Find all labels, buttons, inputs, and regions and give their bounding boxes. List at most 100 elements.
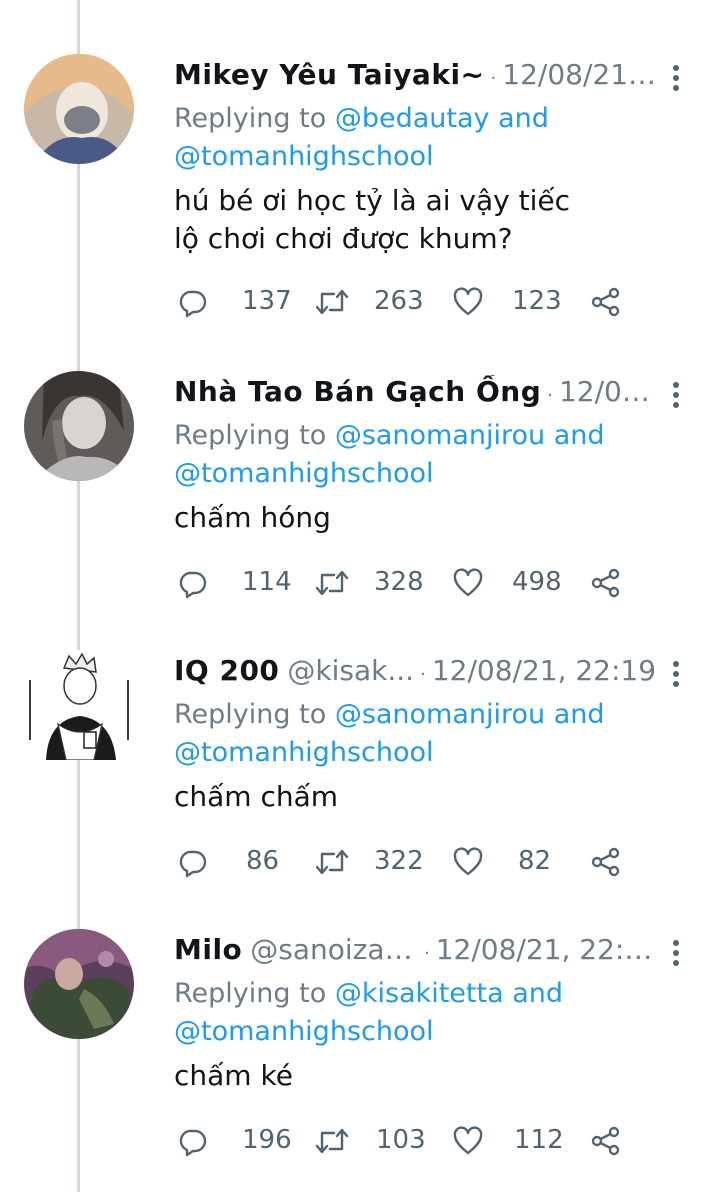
and-text: and <box>503 978 564 1009</box>
display-name[interactable]: Mikey Yêu Taiyaki~ <box>174 58 485 91</box>
like-count: 498 <box>512 567 562 597</box>
mention-link[interactable]: @bedautay <box>335 103 490 134</box>
like-button[interactable] <box>452 842 484 882</box>
timestamp[interactable]: 12/08... <box>559 375 658 408</box>
reply-count: 86 <box>246 846 280 876</box>
more-vertical-icon[interactable] <box>664 933 688 973</box>
reply-button[interactable] <box>176 563 208 603</box>
reply-button[interactable] <box>176 282 208 322</box>
heart-icon <box>453 847 483 876</box>
action-bar: 137 263 123 <box>176 282 636 322</box>
tweet-text-line: chấm hóng <box>174 501 331 534</box>
retweet-icon <box>315 570 349 596</box>
replying-label: Replying to <box>174 103 335 134</box>
action-bar: 196 103 112 <box>176 1121 636 1161</box>
avatar[interactable] <box>24 371 134 481</box>
action-bar: 86 322 82 <box>176 842 636 882</box>
retweet-button[interactable] <box>314 1121 350 1161</box>
replying-to: Replying to @kisakitetta and @tomanhighs… <box>174 975 694 1051</box>
replying-label: Replying to <box>174 978 335 1009</box>
retweet-count: 103 <box>376 1125 426 1155</box>
retweet-icon <box>315 289 349 315</box>
more-vertical-icon[interactable] <box>664 375 688 415</box>
like-count: 82 <box>518 846 552 876</box>
more-vertical-icon[interactable] <box>664 58 688 98</box>
tweet[interactable]: Milo @sanoizana · 12/08/21, 22:19 Replyi… <box>0 929 718 1193</box>
reply-icon <box>179 290 207 318</box>
mention-link[interactable]: @tomanhighschool <box>174 141 434 172</box>
avatar[interactable] <box>24 54 134 164</box>
reply-count: 196 <box>242 1125 292 1155</box>
tweet-text-line: chấm chấm <box>174 780 339 813</box>
replying-to: Replying to @bedautay and @tomanhighscho… <box>174 100 694 176</box>
mention-link[interactable]: @tomanhighschool <box>174 737 434 768</box>
and-text: and <box>545 420 605 451</box>
reply-icon <box>179 850 207 878</box>
timestamp[interactable]: 12/08/21,... <box>502 58 658 91</box>
share-icon <box>591 1126 620 1156</box>
like-count: 112 <box>514 1125 564 1155</box>
share-button[interactable] <box>590 842 622 882</box>
and-text: and <box>489 103 549 134</box>
separator-dot: · <box>420 664 426 685</box>
timestamp[interactable]: 12/08/21, 22:19 <box>432 654 656 687</box>
mention-link[interactable]: @sanomanjirou <box>335 420 545 451</box>
action-bar: 114 328 498 <box>176 563 636 603</box>
mention-link[interactable]: @tomanhighschool <box>174 458 434 489</box>
tweet-text: chấm chấm <box>174 778 694 816</box>
tweet-text-line: hú bé ơi học tỷ là ai vậy tiếc <box>174 184 570 217</box>
replying-label: Replying to <box>174 699 335 730</box>
share-button[interactable] <box>590 282 622 322</box>
reply-button[interactable] <box>176 1121 208 1161</box>
share-button[interactable] <box>590 1121 622 1161</box>
more-vertical-icon[interactable] <box>664 654 688 694</box>
replying-to: Replying to @sanomanjirou and @tomanhigh… <box>174 417 694 493</box>
like-count: 123 <box>512 286 562 316</box>
retweet-count: 263 <box>374 286 424 316</box>
mention-link[interactable]: @sanomanjirou <box>335 699 545 730</box>
reply-count: 114 <box>242 567 292 597</box>
retweet-button[interactable] <box>314 842 350 882</box>
reply-icon <box>179 1129 207 1157</box>
tweet-text-line: chấm ké <box>174 1059 293 1092</box>
heart-icon <box>453 1126 483 1155</box>
tweet[interactable]: Mikey Yêu Taiyaki~ · 12/08/21,... Replyi… <box>0 54 718 318</box>
reply-icon <box>179 571 207 599</box>
like-button[interactable] <box>452 282 484 322</box>
share-icon <box>591 847 620 877</box>
retweet-button[interactable] <box>314 282 350 322</box>
retweet-icon <box>315 849 349 875</box>
tweet[interactable]: Nhà Tao Bán Gạch Ống · 12/08... Replying… <box>0 371 718 635</box>
tweet-text: hú bé ơi học tỷ là ai vậy tiếc lộ chơi c… <box>174 182 694 258</box>
avatar[interactable] <box>24 929 134 1039</box>
like-button[interactable] <box>452 563 484 603</box>
tweet-text-line: lộ chơi chơi được khum? <box>174 222 513 255</box>
replying-to: Replying to @sanomanjirou and @tomanhigh… <box>174 696 694 772</box>
retweet-count: 322 <box>374 846 424 876</box>
retweet-count: 328 <box>374 567 424 597</box>
display-name[interactable]: IQ 200 <box>174 654 279 687</box>
separator-dot: · <box>423 943 430 964</box>
mention-link[interactable]: @kisakitetta <box>335 978 504 1009</box>
share-icon <box>591 568 620 598</box>
retweet-button[interactable] <box>314 563 350 603</box>
avatar[interactable] <box>24 650 134 760</box>
separator-dot: · <box>490 68 497 89</box>
handle[interactable]: @kisak... <box>287 654 414 687</box>
reply-count: 137 <box>242 286 292 316</box>
timestamp[interactable]: 12/08/21, 22:19 <box>436 933 658 966</box>
reply-button[interactable] <box>176 842 208 882</box>
replying-label: Replying to <box>174 420 335 451</box>
heart-icon <box>453 568 483 597</box>
share-button[interactable] <box>590 563 622 603</box>
display-name[interactable]: Milo <box>174 933 242 966</box>
share-icon <box>591 287 620 317</box>
retweet-icon <box>315 1128 349 1154</box>
and-text: and <box>545 699 605 730</box>
mention-link[interactable]: @tomanhighschool <box>174 1016 434 1047</box>
tweet-text: chấm ké <box>174 1057 694 1095</box>
display-name[interactable]: Nhà Tao Bán Gạch Ống <box>174 375 541 408</box>
handle[interactable]: @sanoizana <box>250 933 418 966</box>
tweet[interactable]: IQ 200 @kisak... · 12/08/21, 22:19 Reply… <box>0 650 718 914</box>
like-button[interactable] <box>452 1121 484 1161</box>
